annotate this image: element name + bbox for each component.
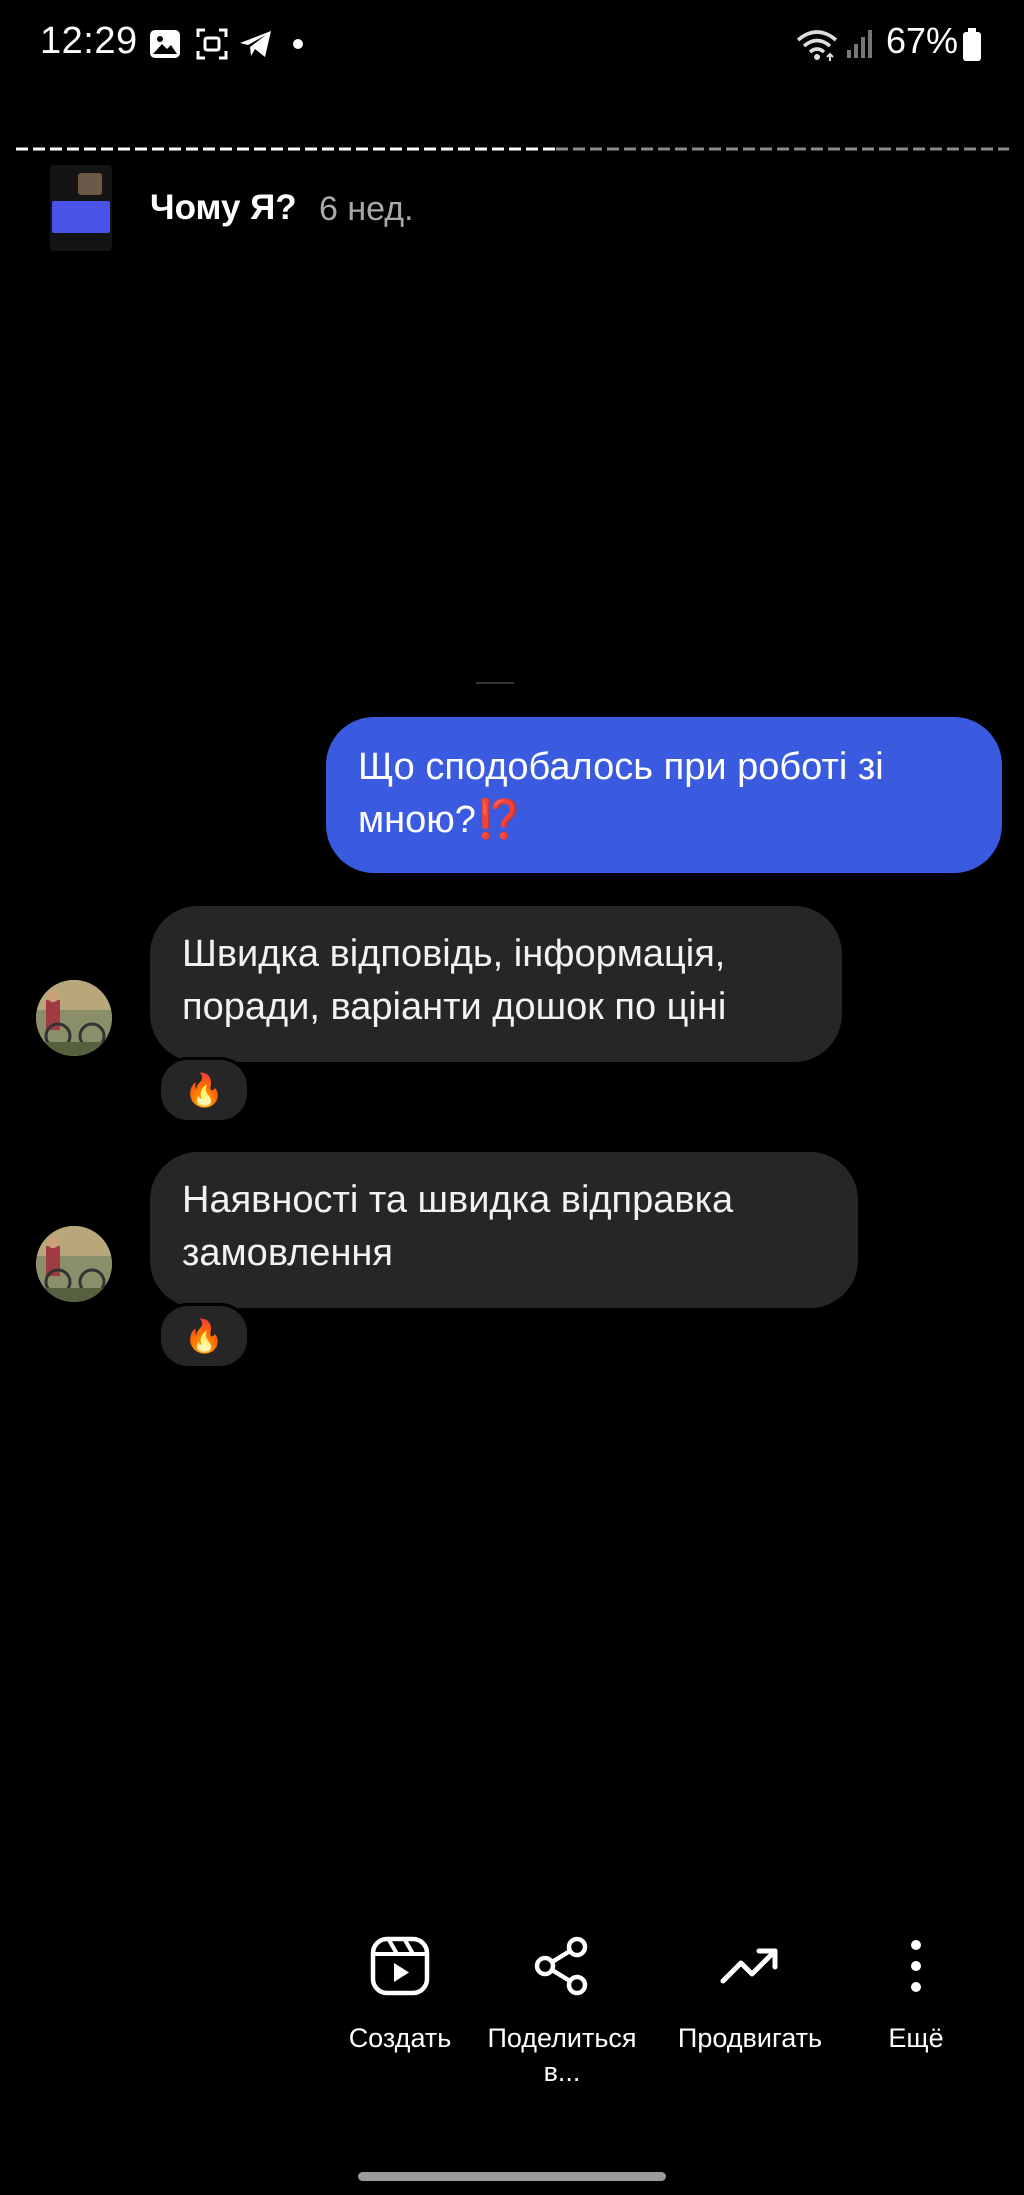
share-button[interactable]: Поделиться в... <box>475 1935 649 2089</box>
story-age: 6 нед. <box>319 190 414 228</box>
telegram-icon <box>240 31 271 57</box>
share-label: Поделиться в... <box>475 2021 649 2089</box>
battery-icon <box>963 28 981 61</box>
story-progress-segments <box>16 147 1009 151</box>
fire-reaction[interactable]: 🔥 <box>158 1057 250 1123</box>
signal-icon <box>847 30 872 58</box>
story-thumbnail[interactable] <box>50 165 112 251</box>
thumbnail-card-shape <box>52 201 110 233</box>
share-label-line1: Поделиться <box>487 2023 637 2053</box>
reply-text: Наявності та швидка відправка замовлення <box>182 1179 734 1274</box>
reply-bubble: Наявності та швидка відправка замовлення <box>150 1152 858 1308</box>
dot-icon <box>293 39 303 49</box>
story-title[interactable]: Чому Я? <box>150 188 297 228</box>
status-time: 12:29 <box>40 20 138 62</box>
promote-button[interactable]: Продвигать <box>666 1935 834 2055</box>
create-label: Создать <box>348 2023 452 2053</box>
reply-bubble: Швидка відповідь, інформація, поради, ва… <box>150 906 842 1062</box>
share-label-line2: в... <box>543 2057 581 2087</box>
trending-up-icon <box>720 1948 778 1984</box>
gallery-icon <box>150 30 180 58</box>
thumbnail-camera-shape <box>78 173 102 195</box>
story-progress-bar <box>16 138 1009 151</box>
question-bubble: Що сподобалось при роботі зі мною?⁉️ <box>326 717 1002 873</box>
screenshot-icon <box>196 28 228 60</box>
question-marks: ⁉️ <box>475 799 524 841</box>
fire-reaction[interactable]: 🔥 <box>158 1303 250 1369</box>
divider <box>476 682 514 684</box>
promote-label: Продвигать <box>677 2023 823 2053</box>
avatar-image <box>36 980 112 1056</box>
share-icon <box>534 1936 588 1996</box>
home-indicator[interactable] <box>358 2172 666 2181</box>
avatar[interactable] <box>36 980 112 1056</box>
battery-percent: 67% <box>886 20 959 61</box>
status-bar: 12:29 67% <box>0 0 1024 90</box>
fire-icon: 🔥 <box>184 1072 224 1108</box>
avatar[interactable] <box>36 1226 112 1302</box>
wifi-icon <box>796 30 838 61</box>
fire-icon: 🔥 <box>184 1318 224 1354</box>
avatar-image <box>36 1226 112 1302</box>
more-label: Ещё <box>888 2023 944 2053</box>
question-text: Що сподобалось при роботі зі мною? <box>358 746 884 841</box>
more-button[interactable]: Ещё <box>866 1935 966 2055</box>
more-vertical-icon <box>911 1940 921 1992</box>
reels-icon <box>370 1936 430 1996</box>
reply-text: Швидка відповідь, інформація, поради, ва… <box>182 933 727 1028</box>
create-button[interactable]: Создать <box>330 1935 470 2055</box>
